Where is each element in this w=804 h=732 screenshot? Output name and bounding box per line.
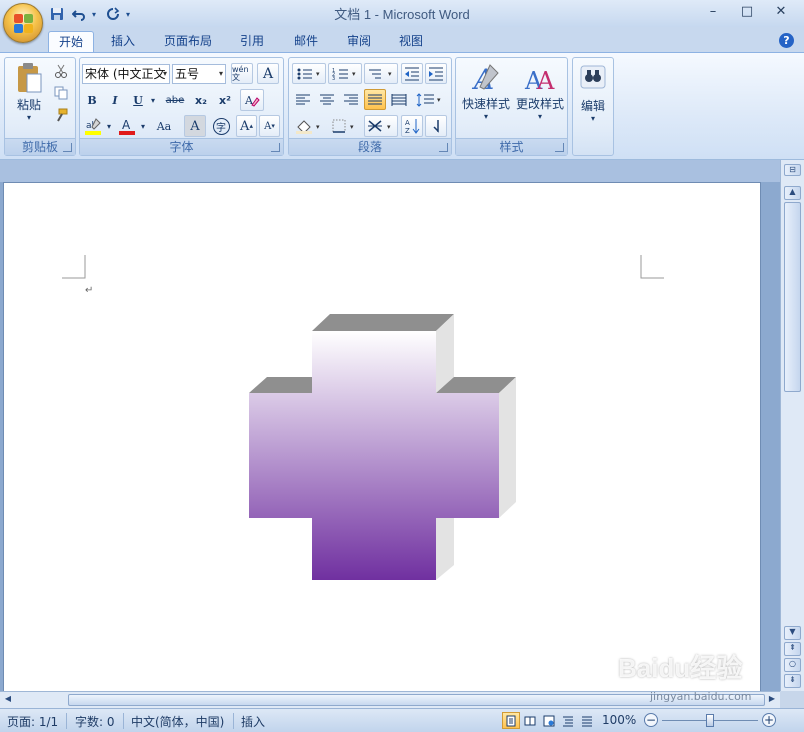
watermark-logo: Baidu经验 — [618, 653, 743, 683]
select-browse-object-button[interactable]: ○ — [784, 658, 801, 672]
status-separator — [233, 713, 234, 729]
scroll-left-button[interactable]: ◀ — [2, 694, 14, 706]
word-count[interactable]: 字数: 0 — [75, 713, 115, 730]
office-logo-icon — [14, 14, 34, 34]
status-separator — [66, 713, 67, 729]
vertical-scroll-thumb[interactable] — [784, 202, 801, 392]
cross-top-face-left — [249, 377, 312, 393]
previous-page-button[interactable]: ⇞ — [784, 642, 801, 656]
zoom-slider-thumb[interactable] — [706, 714, 714, 727]
language-indicator[interactable]: 中文(简体，中国) — [131, 713, 224, 730]
full-screen-reading-view-icon[interactable] — [521, 712, 539, 729]
office-button[interactable] — [3, 3, 43, 43]
cross-top-face-upper — [312, 314, 454, 331]
ruler-toggle-icon[interactable]: ⊟ — [784, 164, 801, 176]
status-bar: 页面: 1/1 字数: 0 中文(简体，中国) 插入 100% − + — [0, 708, 804, 732]
scroll-up-button[interactable]: ▲ — [784, 186, 801, 200]
zoom-out-button[interactable]: − — [644, 713, 658, 727]
status-separator — [123, 713, 124, 729]
zoom-in-button[interactable]: + — [762, 713, 776, 727]
web-layout-view-icon[interactable] — [540, 712, 558, 729]
cross-side-face-right — [499, 377, 516, 518]
cross-front-face — [249, 331, 499, 580]
scroll-down-button[interactable]: ▼ — [784, 626, 801, 640]
cross-3d-shape[interactable] — [0, 0, 804, 732]
page-count[interactable]: 页面: 1/1 — [7, 713, 58, 730]
zoom-level[interactable]: 100% — [602, 713, 636, 727]
outline-view-icon[interactable] — [559, 712, 577, 729]
print-layout-view-icon[interactable] — [502, 712, 520, 729]
insert-mode-indicator[interactable]: 插入 — [241, 713, 265, 730]
draft-view-icon[interactable] — [578, 712, 596, 729]
scroll-right-button[interactable]: ▶ — [766, 694, 778, 706]
vertical-scrollbar[interactable]: ⊟ ▲ ▼ ⇞ ○ ⇟ — [780, 160, 804, 691]
watermark-url: jingyan.baidu.com — [650, 690, 752, 703]
next-page-button[interactable]: ⇟ — [784, 674, 801, 688]
